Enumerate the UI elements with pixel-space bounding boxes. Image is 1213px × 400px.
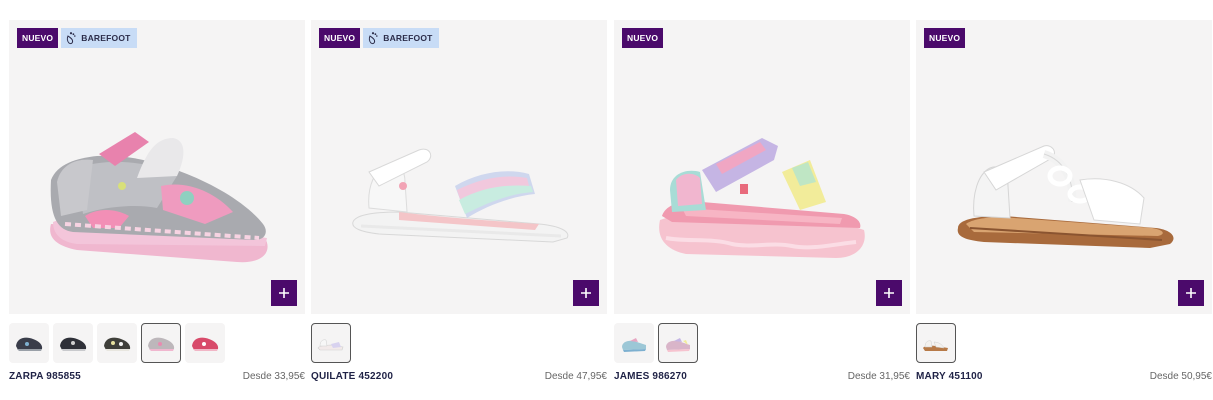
swatch-thumbnail <box>104 337 131 351</box>
color-swatch-list <box>916 323 956 365</box>
product-image-zarpa <box>50 132 268 263</box>
product-card: NUEVO BAREFOOT <box>9 20 305 392</box>
color-swatch-list <box>9 323 225 365</box>
add-to-cart-button[interactable] <box>271 280 297 306</box>
new-badge: NUEVO <box>622 28 664 48</box>
swatch-thumbnail <box>60 337 87 351</box>
product-image-james <box>659 138 865 258</box>
color-swatch[interactable] <box>97 323 137 363</box>
swatch-thumbnail <box>148 337 175 351</box>
product-info: MARY 451100 Desde 50,95€ <box>916 371 1212 385</box>
product-grid: NUEVO BAREFOOT ZARPA 985855 Desde 33,95€… <box>9 20 1212 392</box>
color-swatch-selected[interactable] <box>916 323 956 363</box>
product-info: JAMES 986270 Desde 31,95€ <box>614 371 910 385</box>
product-image-link[interactable]: NUEVO <box>614 20 910 314</box>
color-swatch-selected[interactable] <box>141 323 181 363</box>
barefoot-badge-label: BAREFOOT <box>383 33 433 43</box>
product-card: NUEVO MARY 451100 Desde 50,95€ <box>916 20 1212 392</box>
product-card: NUEVO BAREFOOT <box>311 20 607 392</box>
color-swatch-selected[interactable] <box>658 323 698 363</box>
product-price: Desde 31,95€ <box>847 371 910 382</box>
swatch-thumbnail <box>666 338 690 352</box>
badge-group: NUEVO BAREFOOT <box>319 28 439 48</box>
product-image-quilate <box>352 148 569 243</box>
add-to-cart-button[interactable] <box>1178 280 1204 306</box>
plus-icon <box>279 288 289 298</box>
swatch-thumbnail <box>192 337 219 351</box>
footprint-icon <box>369 32 378 45</box>
product-card: NUEVO JAMES 986270 Desde 31,95€ <box>614 20 910 392</box>
swatch-thumbnail <box>317 339 344 351</box>
product-info: ZARPA 985855 Desde 33,95€ <box>9 371 305 385</box>
product-name-link[interactable]: JAMES 986270 <box>614 371 687 382</box>
product-image-mary <box>957 145 1174 248</box>
add-to-cart-button[interactable] <box>876 280 902 306</box>
new-badge: NUEVO <box>17 28 59 48</box>
swatch-thumbnail <box>622 338 646 352</box>
footprint-icon <box>67 32 76 45</box>
barefoot-badge: BAREFOOT <box>61 28 137 48</box>
color-swatch-list <box>614 323 698 365</box>
barefoot-badge: BAREFOOT <box>363 28 439 48</box>
color-swatch[interactable] <box>9 323 49 363</box>
badge-group: NUEVO BAREFOOT <box>17 28 137 48</box>
product-name-link[interactable]: ZARPA 985855 <box>9 371 81 382</box>
product-price: Desde 33,95€ <box>242 371 305 382</box>
product-image-link[interactable]: NUEVO <box>916 20 1212 314</box>
add-to-cart-button[interactable] <box>573 280 599 306</box>
badge-group: NUEVO <box>924 28 966 48</box>
swatch-thumbnail <box>923 340 948 351</box>
plus-icon <box>884 288 894 298</box>
plus-icon <box>581 288 591 298</box>
barefoot-badge-label: BAREFOOT <box>81 33 131 43</box>
new-badge: NUEVO <box>319 28 361 48</box>
product-name-link[interactable]: QUILATE 452200 <box>311 371 393 382</box>
product-info: QUILATE 452200 Desde 47,95€ <box>311 371 607 385</box>
product-image-link[interactable]: NUEVO BAREFOOT <box>311 20 607 314</box>
product-name-link[interactable]: MARY 451100 <box>916 371 983 382</box>
color-swatch[interactable] <box>185 323 225 363</box>
badge-group: NUEVO <box>622 28 664 48</box>
product-price: Desde 47,95€ <box>544 371 607 382</box>
swatch-thumbnail <box>16 337 43 351</box>
product-price: Desde 50,95€ <box>1149 371 1212 382</box>
new-badge: NUEVO <box>924 28 966 48</box>
plus-icon <box>1186 288 1196 298</box>
product-image-link[interactable]: NUEVO BAREFOOT <box>9 20 305 314</box>
color-swatch[interactable] <box>614 323 654 363</box>
color-swatch[interactable] <box>53 323 93 363</box>
color-swatch-selected[interactable] <box>311 323 351 363</box>
color-swatch-list <box>311 323 351 365</box>
